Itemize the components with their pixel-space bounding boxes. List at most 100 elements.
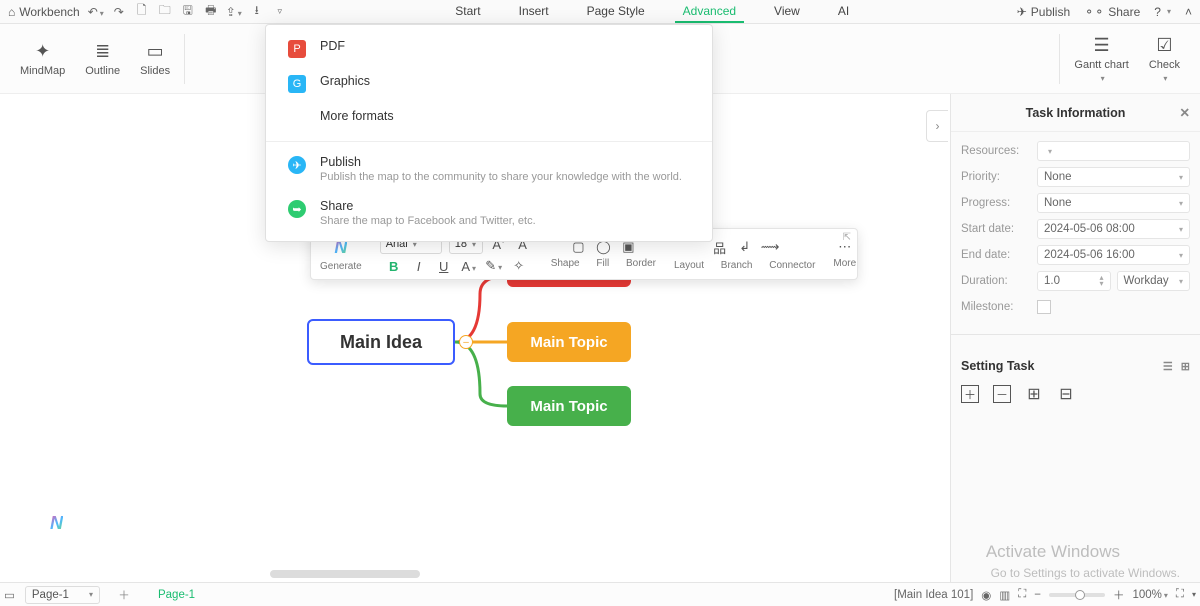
menu-ai[interactable]: AI <box>830 1 857 23</box>
status-pages-icon[interactable]: ▭ <box>4 588 15 602</box>
workbench-home[interactable]: ⌂ Workbench <box>8 5 80 19</box>
remove-subtask-icon[interactable]: － <box>993 385 1011 403</box>
resources-field[interactable] <box>1037 141 1190 161</box>
grid-remove-icon[interactable]: ⊟ <box>1057 385 1075 403</box>
export-icon[interactable]: ⇪▾ <box>226 5 242 19</box>
status-docinfo: [Main Idea 101] <box>894 589 973 601</box>
fullscreen-icon[interactable]: ⛶ <box>1176 588 1184 601</box>
panel-close-icon[interactable]: ✕ <box>1180 105 1190 120</box>
bold-icon[interactable]: B <box>385 259 403 274</box>
print-icon[interactable]: 🖶 <box>203 1 219 22</box>
status-caret-icon[interactable]: ▾ <box>1192 590 1196 599</box>
node-main-topic-3[interactable]: Main Topic <box>507 386 631 426</box>
setting-list-icon[interactable]: ☰ <box>1163 360 1173 373</box>
undo-icon[interactable]: ↶▾ <box>88 5 104 19</box>
fb-layout-label: Layout <box>674 260 704 271</box>
dd-graphics[interactable]: G Graphics <box>266 66 712 101</box>
start-date-label: Start date: <box>961 223 1037 235</box>
dd-publish[interactable]: ✈ Publish Publish the map to the communi… <box>266 147 712 191</box>
gantt-icon: ☰ <box>1094 35 1110 56</box>
ribbon-gantt[interactable]: ☰Gantt chart▾ <box>1064 35 1138 83</box>
share-button[interactable]: ⚬⚬Share <box>1084 5 1140 19</box>
floatbar-pin-icon[interactable]: ⇱ <box>843 232 851 243</box>
progress-field[interactable]: None <box>1037 193 1190 213</box>
ribbon-outline-label: Outline <box>85 65 120 77</box>
node-main-idea[interactable]: Main Idea <box>307 319 455 365</box>
export-dropdown: P PDF G Graphics More formats ✈ Publish … <box>265 24 713 242</box>
ribbon-divider <box>184 34 185 84</box>
milestone-checkbox[interactable] <box>1037 300 1051 314</box>
dd-publish-sub: Publish the map to the community to shar… <box>320 171 682 183</box>
setting-grid-icon[interactable]: ⊞ <box>1181 360 1190 373</box>
ribbon-slides[interactable]: ▭Slides <box>130 41 180 77</box>
end-date-field[interactable]: 2024-05-06 16:00 <box>1037 245 1190 265</box>
setting-task-title: Setting Task <box>961 359 1034 373</box>
connector-icon[interactable]: ⟿ <box>761 239 779 255</box>
branch-icon[interactable]: ↲ <box>736 239 754 255</box>
zoom-value[interactable]: 100%▾ <box>1132 589 1167 601</box>
publish-circle-icon: ✈ <box>288 156 306 174</box>
duration-value-field[interactable]: 1.0▴▾ <box>1037 271 1111 291</box>
workbench-label: Workbench <box>19 5 79 19</box>
fb-border-label: Border <box>626 258 656 269</box>
redo-icon[interactable]: ↷ <box>111 5 127 19</box>
ribbon-mindmap[interactable]: ✦MindMap <box>10 41 75 77</box>
share-icon: ⚬⚬ <box>1084 5 1104 19</box>
collapse-ribbon-icon[interactable]: ˄ <box>1185 5 1192 19</box>
node-main-topic-2[interactable]: Main Topic <box>507 322 631 362</box>
status-view2-icon[interactable]: ▥ <box>999 588 1010 602</box>
underline-icon[interactable]: U <box>435 259 453 274</box>
watermark-line1: Activate Windows <box>986 542 1120 562</box>
grid-add-icon[interactable]: ⊞ <box>1025 385 1043 403</box>
dd-share[interactable]: ➥ Share Share the map to Facebook and Tw… <box>266 191 712 235</box>
horizontal-scrollbar[interactable] <box>270 570 420 578</box>
clear-format-icon[interactable]: ✧ <box>510 258 528 274</box>
save-icon[interactable]: 🖫 <box>180 1 196 22</box>
menu-view[interactable]: View <box>766 1 808 23</box>
collapse-node-icon[interactable]: – <box>459 335 473 349</box>
home-icon: ⌂ <box>8 5 15 19</box>
priority-field[interactable]: None <box>1037 167 1190 187</box>
fb-shape-label: Shape <box>551 258 580 269</box>
page-tab[interactable]: Page-1 <box>158 589 195 601</box>
menu-page-style[interactable]: Page Style <box>579 1 653 23</box>
status-view1-icon[interactable]: ◉ <box>981 588 991 602</box>
font-color-icon[interactable]: A▾ <box>460 259 478 274</box>
open-folder-icon[interactable]: 🗀 <box>157 1 173 22</box>
new-file-icon[interactable]: 🗋 <box>134 1 150 22</box>
ribbon-slides-label: Slides <box>140 65 170 77</box>
zoom-in-icon[interactable]: ＋ <box>1113 587 1125 603</box>
status-fit-icon[interactable]: ⛶ <box>1018 588 1026 601</box>
publish-label: Publish <box>1031 5 1070 19</box>
fb-generate-label: Generate <box>320 261 362 272</box>
end-date-label: End date: <box>961 249 1037 261</box>
ribbon-check[interactable]: ☑Check▾ <box>1139 35 1190 83</box>
help-button[interactable]: ?▾ <box>1154 5 1171 19</box>
menu-start[interactable]: Start <box>447 1 488 23</box>
zoom-out-icon[interactable]: − <box>1034 589 1041 601</box>
ribbon-outline[interactable]: ≣Outline <box>75 41 130 77</box>
panel-collapse-handle[interactable]: › <box>926 110 948 142</box>
duration-unit-field[interactable]: Workday <box>1117 271 1191 291</box>
task-info-panel: Task Information ✕ Resources: Priority:N… <box>950 94 1200 582</box>
priority-label: Priority: <box>961 171 1037 183</box>
more-qa-icon[interactable]: ▿ <box>272 6 288 17</box>
pdf-icon: P <box>288 40 306 58</box>
publish-button[interactable]: ✈Publish <box>1017 5 1070 19</box>
dd-pdf[interactable]: P PDF <box>266 31 712 66</box>
page-selector[interactable]: Page-1▾ <box>25 586 100 604</box>
dd-graphics-label: Graphics <box>320 74 370 88</box>
fb-more-label: More <box>833 258 856 269</box>
layout-icon[interactable]: 品 <box>711 238 729 257</box>
menu-insert[interactable]: Insert <box>511 1 557 23</box>
zoom-slider[interactable] <box>1049 593 1105 597</box>
dd-more-formats[interactable]: More formats <box>266 101 712 136</box>
add-subtask-icon[interactable]: ＋ <box>961 385 979 403</box>
italic-icon[interactable]: I <box>410 259 428 274</box>
highlight-icon[interactable]: ✎▾ <box>485 258 503 274</box>
import-icon[interactable]: ⭳ <box>249 1 265 22</box>
menu-advanced[interactable]: Advanced <box>675 1 744 23</box>
add-page-button[interactable]: ＋ <box>114 587 134 603</box>
share-circle-icon: ➥ <box>288 200 306 218</box>
start-date-field[interactable]: 2024-05-06 08:00 <box>1037 219 1190 239</box>
